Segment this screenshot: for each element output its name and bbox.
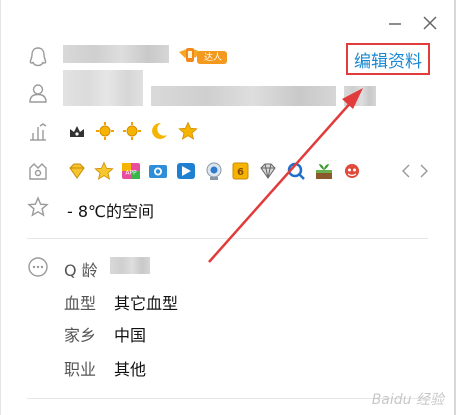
profile-card: 达人 编辑资料 APP 6 - 8℃的空间 Q 龄 血型 其它血型 家乡 中国 …: [0, 0, 456, 415]
watermark: Baidu 经验: [371, 392, 444, 408]
annotation-arrow: [208, 88, 363, 263]
